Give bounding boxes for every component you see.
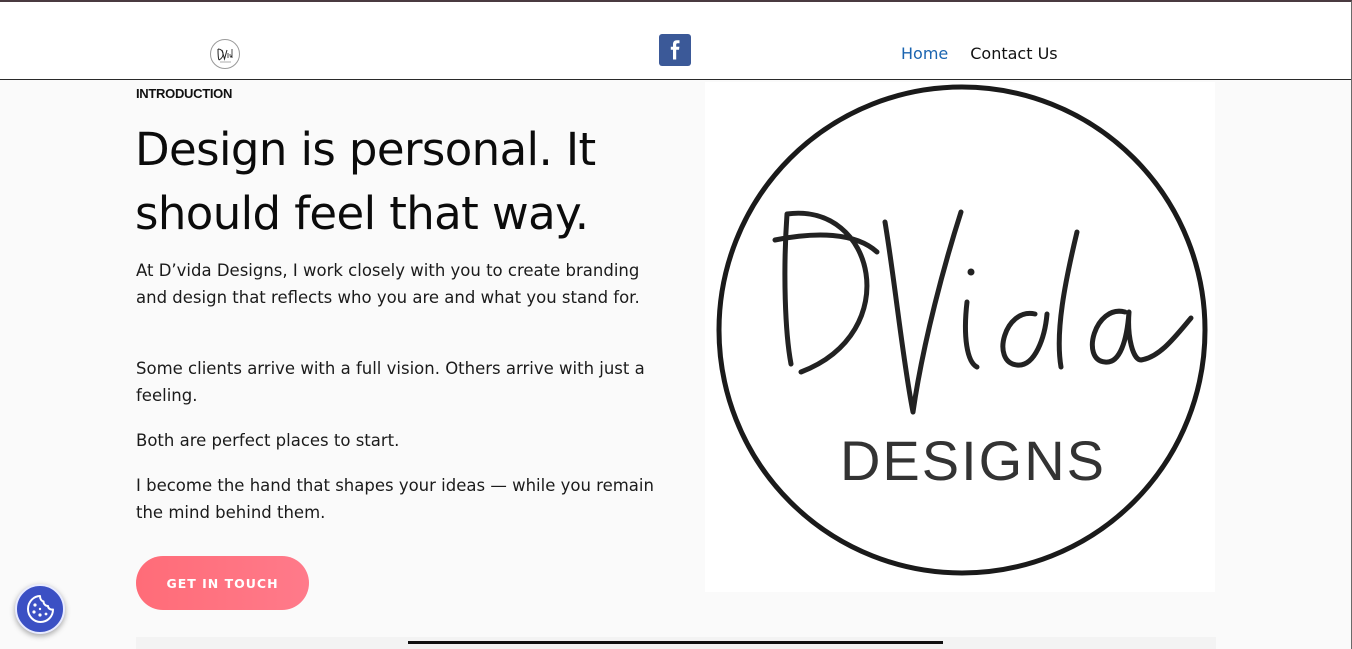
logo-subtitle: DESIGNS [840, 429, 1106, 492]
header-logo[interactable] [210, 39, 240, 69]
vision-paragraph: Some clients arrive with a full vision. … [136, 359, 645, 405]
main-nav: Home Contact Us [901, 44, 1058, 63]
cookie-settings-button[interactable] [15, 584, 65, 634]
scroll-indicator [408, 641, 943, 644]
headline-line-1: Design is personal. It [135, 123, 596, 176]
headline-line-2: should feel that way. [135, 187, 589, 240]
nav-contact-us[interactable]: Contact Us [970, 44, 1057, 63]
facebook-button[interactable] [659, 34, 691, 66]
start-paragraph: Both are perfect places to start. [136, 431, 400, 450]
section-label: INTRODUCTION [136, 86, 233, 101]
site-header: Home Contact Us [0, 2, 1351, 80]
dvida-logo-image: DESIGNS [716, 84, 1208, 576]
nav-home[interactable]: Home [901, 44, 948, 63]
page-headline: Design is personal. It should feel that … [135, 118, 655, 246]
intro-paragraph: At D’vida Designs, I work closely with y… [136, 261, 640, 307]
cookie-icon [27, 595, 54, 623]
brand-logo: DESIGNS [705, 82, 1215, 592]
get-in-touch-button[interactable]: GET IN TOUCH [136, 556, 309, 610]
facebook-icon [670, 40, 680, 60]
logo-mark-icon [217, 48, 233, 63]
browser-viewport: Home Contact Us INTRODUCTION Design is p… [0, 0, 1352, 649]
hand-paragraph: I become the hand that shapes your ideas… [136, 476, 654, 522]
